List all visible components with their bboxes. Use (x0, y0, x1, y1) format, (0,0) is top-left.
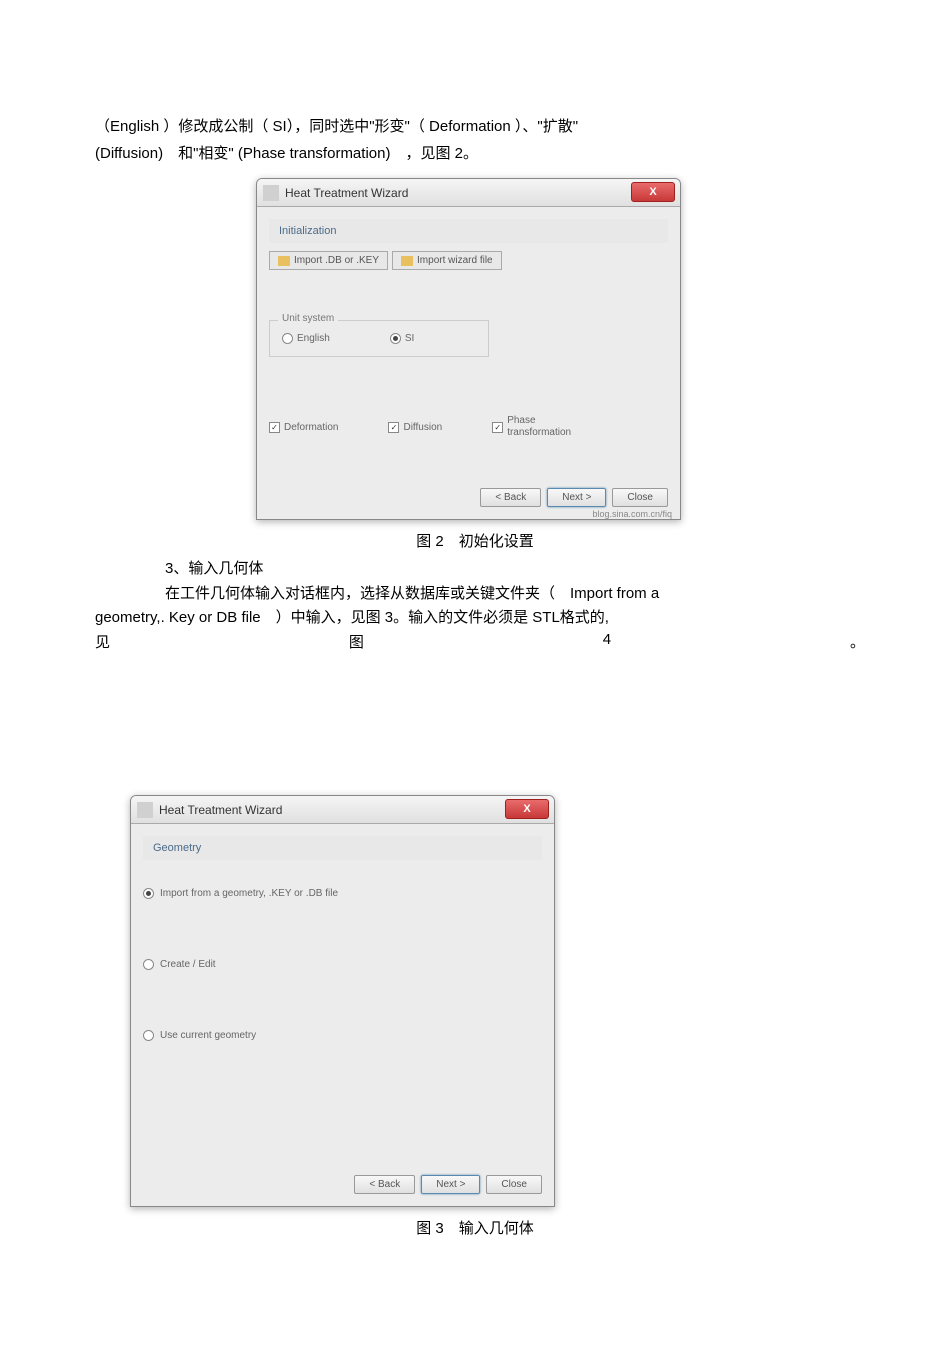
intro-line-1: （English ）修改成公制（ SI），同时选中"形变"（ Deformati… (95, 115, 865, 139)
radio-si-label: SI (405, 333, 414, 344)
checkbox-icon (269, 422, 280, 433)
frag-b: 图 (349, 631, 364, 652)
wizard-geometry: Heat Treatment Wizard X Geometry Import … (130, 795, 555, 1207)
radio-import-geometry[interactable]: Import from a geometry, .KEY or .DB file (143, 888, 542, 899)
import-wizard-label: Import wizard file (417, 255, 493, 266)
radio-icon (143, 888, 154, 899)
paragraph-line-2: geometry,. Key or DB file ）中输入，见图 3。输入的文… (95, 606, 865, 627)
create-edit-label: Create / Edit (160, 959, 216, 970)
radio-icon (282, 333, 293, 344)
watermark: blog.sina.com.cn/fiq (592, 509, 672, 519)
frag-c: 4 (603, 631, 611, 652)
close-button[interactable]: Close (612, 488, 668, 507)
import-db-label: Import .DB or .KEY (294, 255, 379, 266)
radio-english[interactable]: English (282, 333, 330, 344)
import-wizard-button[interactable]: Import wizard file (392, 251, 502, 270)
folder-icon (278, 256, 290, 266)
checkbox-phase[interactable]: Phase transformation (492, 415, 571, 439)
deformation-label: Deformation (284, 422, 338, 433)
radio-si[interactable]: SI (390, 333, 414, 344)
frag-d: 。 (850, 631, 865, 652)
import-geometry-label: Import from a geometry, .KEY or .DB file (160, 888, 338, 899)
close-button[interactable]: Close (486, 1175, 542, 1194)
step-label: Geometry (143, 836, 542, 860)
folder-icon (401, 256, 413, 266)
radio-english-label: English (297, 333, 330, 344)
next-button[interactable]: Next > (547, 488, 606, 507)
close-icon[interactable]: X (505, 799, 549, 819)
use-current-label: Use current geometry (160, 1030, 256, 1041)
diffusion-label: Diffusion (403, 422, 442, 433)
import-db-button[interactable]: Import .DB or .KEY (269, 251, 388, 270)
unit-system-legend: Unit system (278, 313, 338, 324)
paragraph-line-1: 在工件几何体输入对话框内，选择从数据库或关键文件夹（ Import from a (165, 582, 865, 603)
next-button[interactable]: Next > (421, 1175, 480, 1194)
checkbox-deformation[interactable]: Deformation (269, 415, 338, 439)
app-icon (263, 185, 279, 201)
radio-icon (143, 1030, 154, 1041)
unit-system-group: Unit system English SI (269, 320, 489, 357)
back-button[interactable]: < Back (354, 1175, 415, 1194)
step-label: Initialization (269, 219, 668, 243)
checkbox-icon (388, 422, 399, 433)
wizard-body: Geometry Import from a geometry, .KEY or… (131, 824, 554, 1206)
radio-icon (143, 959, 154, 970)
title-bar[interactable]: Heat Treatment Wizard X (257, 179, 680, 207)
window-title: Heat Treatment Wizard (285, 186, 408, 200)
radio-icon (390, 333, 401, 344)
close-icon[interactable]: X (631, 182, 675, 202)
phase-label: Phase transformation (507, 415, 571, 439)
figure-3-caption: 图 3 输入几何体 (0, 1217, 950, 1238)
window-title: Heat Treatment Wizard (159, 803, 282, 817)
checkbox-diffusion[interactable]: Diffusion (388, 415, 442, 439)
title-bar[interactable]: Heat Treatment Wizard X (131, 796, 554, 824)
checkbox-icon (492, 422, 503, 433)
back-button[interactable]: < Back (480, 488, 541, 507)
paragraph-line-3: 见 图 4 。 (95, 631, 865, 652)
radio-use-current[interactable]: Use current geometry (143, 1030, 542, 1041)
radio-create-edit[interactable]: Create / Edit (143, 959, 542, 970)
app-icon (137, 802, 153, 818)
figure-2-caption: 图 2 初始化设置 (0, 530, 950, 551)
section-3-heading: 3、输入几何体 (165, 557, 263, 578)
intro-line-2: (Diffusion) 和"相变" (Phase transformation)… (95, 142, 478, 166)
wizard-body: Initialization Import .DB or .KEY Import… (257, 207, 680, 519)
wizard-initialization: Heat Treatment Wizard X Initialization I… (256, 178, 681, 520)
frag-a: 见 (95, 631, 110, 652)
